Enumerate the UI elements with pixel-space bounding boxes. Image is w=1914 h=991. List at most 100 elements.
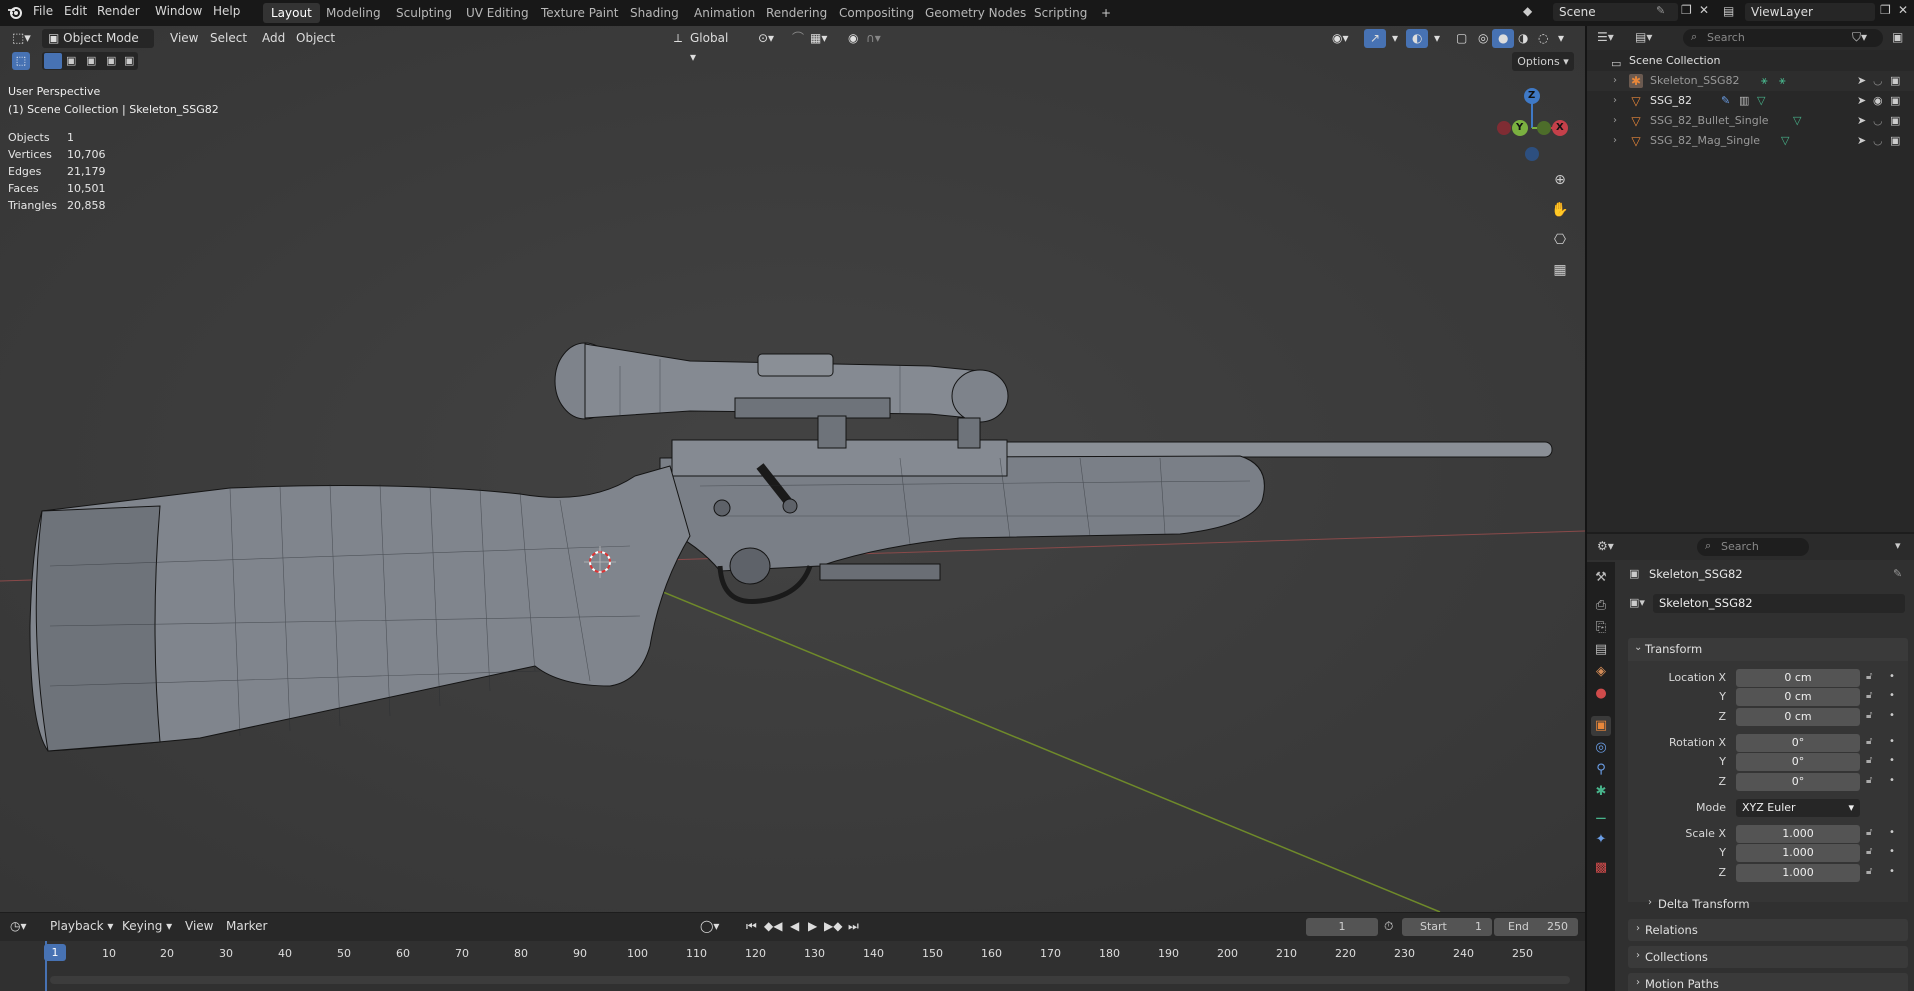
outliner-scene-collection[interactable]: ▭ Scene Collection <box>1587 51 1914 71</box>
pin-icon[interactable]: ✎ <box>1656 4 1665 17</box>
add-workspace-button[interactable]: + <box>1093 3 1119 23</box>
scale-y-field[interactable]: 1.000 <box>1736 844 1860 862</box>
select-toggle-icon[interactable]: ➤ <box>1857 111 1866 131</box>
current-frame-field[interactable]: 1 <box>1306 918 1378 936</box>
xray-icon[interactable]: ▢ <box>1450 29 1473 48</box>
expand-chevron-icon[interactable]: › <box>1613 71 1617 91</box>
jump-keyframe-back-icon[interactable]: ◆◀ <box>764 919 782 933</box>
output-tab-icon[interactable]: ⎘ <box>1591 618 1611 638</box>
select-invert-icon[interactable]: ▣ <box>106 54 116 67</box>
rotation-y-field[interactable]: 0° <box>1736 753 1860 771</box>
keyframe-dot-icon[interactable]: • <box>1889 827 1895 838</box>
camera-view-icon[interactable]: ⎔ <box>1548 228 1572 252</box>
menu-window[interactable]: Window <box>155 4 202 18</box>
menu-select[interactable]: Select <box>204 29 253 48</box>
render-toggle-icon[interactable]: ▣ <box>1890 71 1900 91</box>
new-scene-icon[interactable]: ❐ <box>1681 3 1692 17</box>
3d-viewport[interactable]: ⬚▾ ▣ Object Mode ▾ View Select Add Objec… <box>0 26 1585 912</box>
overlay-dropdown-icon[interactable]: ▾ <box>1428 29 1446 48</box>
location-z-field[interactable]: 0 cm <box>1736 708 1860 726</box>
snap-target-icon[interactable]: ▦▾ <box>804 29 833 48</box>
filter-icon[interactable]: ⛉▾ <box>1852 30 1867 45</box>
lock-icon[interactable]: 🔓︎ <box>1866 736 1872 747</box>
display-mode-icon[interactable]: ▤▾ <box>1635 30 1652 44</box>
new-view-layer-icon[interactable]: ❐ <box>1880 3 1891 17</box>
lock-icon[interactable]: 🔓︎ <box>1866 690 1872 701</box>
data-block-icon[interactable]: ▣▾ <box>1629 596 1645 609</box>
lock-icon[interactable]: 🔓︎ <box>1866 775 1872 786</box>
rotation-z-field[interactable]: 0° <box>1736 773 1860 791</box>
lock-icon[interactable]: 🔓︎ <box>1866 710 1872 721</box>
lock-icon[interactable]: 🔓︎ <box>1866 827 1872 838</box>
delete-scene-icon[interactable]: ✕ <box>1699 3 1709 17</box>
menu-file[interactable]: File <box>33 4 53 18</box>
scale-x-field[interactable]: 1.000 <box>1736 825 1860 843</box>
keyframe-dot-icon[interactable]: • <box>1889 866 1895 877</box>
menu-keying[interactable]: Keying ▾ <box>122 919 172 933</box>
scale-z-field[interactable]: 1.000 <box>1736 864 1860 882</box>
keyframe-dot-icon[interactable]: • <box>1889 775 1895 786</box>
tab-compositing[interactable]: Compositing <box>831 3 922 23</box>
options-dropdown[interactable]: Options ▾ <box>1512 52 1574 71</box>
select-toggle-icon[interactable]: ➤ <box>1857 91 1866 111</box>
lock-icon[interactable]: 🔓︎ <box>1866 846 1872 857</box>
menu-help[interactable]: Help <box>213 4 240 18</box>
jump-end-icon[interactable]: ⏭ <box>848 919 859 934</box>
tab-layout[interactable]: Layout <box>263 3 320 23</box>
menu-object[interactable]: Object <box>290 29 341 48</box>
render-toggle-icon[interactable]: ▣ <box>1890 111 1900 131</box>
object-tab-icon[interactable]: ▣ <box>1591 716 1611 736</box>
tab-uv-editing[interactable]: UV Editing <box>458 3 537 23</box>
properties-search-input[interactable]: ⌕ Search <box>1697 538 1809 556</box>
render-toggle-icon[interactable]: ▣ <box>1890 131 1900 151</box>
menu-add[interactable]: Add <box>256 29 291 48</box>
keyframe-dot-icon[interactable]: • <box>1889 755 1895 766</box>
gizmo-toggle-icon[interactable]: ↗ <box>1364 29 1387 48</box>
shading-dropdown-icon[interactable]: ▾ <box>1552 29 1570 48</box>
play-reverse-icon[interactable]: ◀ <box>790 919 799 933</box>
select-tool-icon[interactable]: ⬚ <box>12 52 30 70</box>
properties-options-icon[interactable]: ▾ <box>1895 539 1901 552</box>
texture-tab-icon[interactable]: ▩ <box>1591 858 1611 878</box>
select-intersect-icon[interactable]: ▣ <box>124 54 134 67</box>
bone-tab-icon[interactable]: ⚊ <box>1591 806 1611 826</box>
tab-sculpting[interactable]: Sculpting <box>388 3 460 23</box>
particles-tab-icon[interactable]: ✦ <box>1591 830 1611 850</box>
outliner-editor-icon[interactable]: ☰▾ <box>1597 30 1614 44</box>
play-icon[interactable]: ▶ <box>808 919 817 933</box>
menu-marker[interactable]: Marker <box>226 919 267 933</box>
menu-view[interactable]: View <box>164 29 204 48</box>
location-y-field[interactable]: 0 cm <box>1736 688 1860 706</box>
perspective-grid-icon[interactable]: ▦ <box>1548 258 1572 282</box>
falloff-icon[interactable]: ∩▾ <box>860 29 887 48</box>
start-frame-field[interactable]: Start 1 <box>1402 918 1492 936</box>
keyframe-dot-icon[interactable]: • <box>1889 736 1895 747</box>
pin-icon[interactable]: ✎ <box>1893 567 1902 580</box>
render-toggle-icon[interactable]: ▣ <box>1890 91 1900 111</box>
tab-scripting[interactable]: Scripting <box>1026 3 1095 23</box>
outliner-item[interactable]: › ▽ SSG_82 ✎ ▥ ▽ ➤ ◉ ▣ <box>1587 91 1914 111</box>
scene-tab-icon[interactable]: ◈ <box>1591 662 1611 682</box>
expand-chevron-icon[interactable]: › <box>1613 111 1617 131</box>
lock-icon[interactable]: 🔓︎ <box>1866 671 1872 682</box>
eye-icon[interactable]: ◉ <box>1873 91 1883 111</box>
select-new-icon[interactable] <box>44 53 62 69</box>
menu-render[interactable]: Render <box>97 4 140 18</box>
delete-view-layer-icon[interactable]: ✕ <box>1898 3 1908 17</box>
select-subtract-icon[interactable]: ▣ <box>86 54 96 67</box>
timeline-editor-icon[interactable]: ◷▾ <box>10 919 27 933</box>
rotation-mode-dropdown[interactable]: XYZ Euler ▾ <box>1736 799 1860 817</box>
keyframe-dot-icon[interactable]: • <box>1889 710 1895 721</box>
transform-orientation-dropdown[interactable]: Global ▾ <box>684 29 744 64</box>
expand-chevron-icon[interactable]: › <box>1613 91 1617 111</box>
gizmo-dropdown-icon[interactable]: ▾ <box>1386 29 1404 48</box>
lock-icon[interactable]: 🔓︎ <box>1866 755 1872 766</box>
rotation-x-field[interactable]: 0° <box>1736 734 1860 752</box>
eye-hidden-icon[interactable]: ◡ <box>1873 71 1883 91</box>
menu-edit[interactable]: Edit <box>64 4 87 18</box>
select-extend-icon[interactable]: ▣ <box>66 54 76 67</box>
zoom-icon[interactable]: ⊕ <box>1548 168 1572 192</box>
jump-start-icon[interactable]: ⏮ <box>746 919 757 934</box>
object-data-tab-icon[interactable]: ✱ <box>1591 782 1611 802</box>
eye-hidden-icon[interactable]: ◡ <box>1873 111 1883 131</box>
